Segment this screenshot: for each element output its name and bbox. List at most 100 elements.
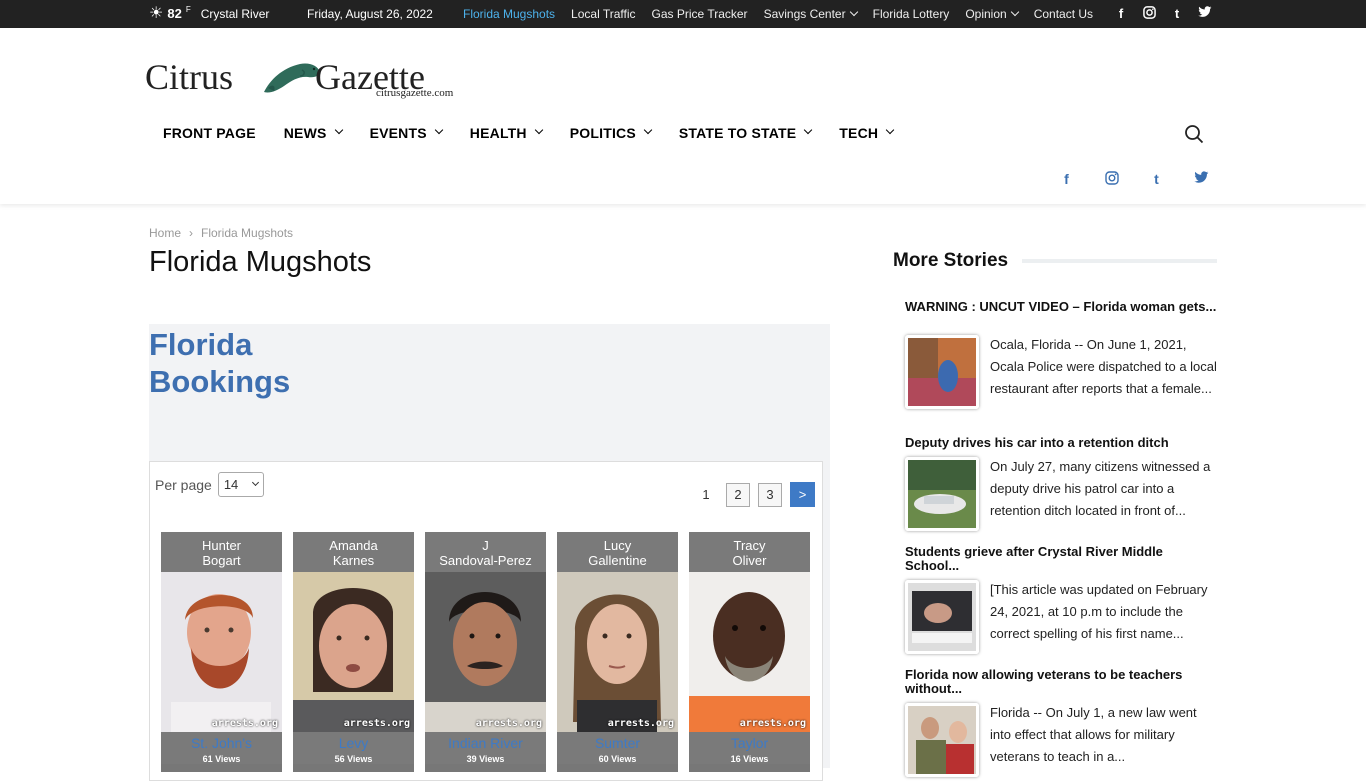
instagram-icon[interactable] <box>1103 171 1120 188</box>
card-last-name: Gallentine <box>588 553 647 568</box>
mugshot-cards: Hunter Bogart arrests.org St. John's 61 … <box>161 532 810 772</box>
twitter-icon[interactable] <box>1193 171 1210 188</box>
toplink-opinion[interactable]: Opinion <box>965 7 1019 21</box>
nav-state-to-state[interactable]: STATE TO STATE <box>678 125 813 141</box>
chevron-down-icon <box>534 125 543 135</box>
card-county[interactable]: St. John's <box>161 732 282 754</box>
heading-rule <box>1022 259 1217 263</box>
pagination: 1 2 3 > <box>694 482 815 507</box>
page-title: Florida Mugshots <box>149 246 372 278</box>
nav-front-page-label: FRONT PAGE <box>163 125 256 141</box>
tumblr-icon[interactable]: t <box>1170 6 1184 22</box>
per-page-control: Per page 14 <box>155 472 264 497</box>
breadcrumb: Home › Florida Mugshots <box>149 226 293 240</box>
sidebar-title: More Stories <box>893 250 1009 271</box>
story-excerpt: Florida -- On July 1, a new law went int… <box>990 705 1197 764</box>
nav-news-label: NEWS <box>283 125 327 141</box>
breadcrumb-current[interactable]: Florida Mugshots <box>201 226 293 240</box>
nav-events[interactable]: EVENTS <box>370 125 444 141</box>
nav-politics-label: POLITICS <box>569 125 636 141</box>
chevron-down-icon <box>251 478 259 487</box>
nav-tech[interactable]: TECH <box>839 125 895 141</box>
facebook-icon[interactable]: f <box>1114 6 1128 22</box>
toplink-savings-center[interactable]: Savings Center <box>763 7 858 21</box>
story-title[interactable]: WARNING : UNCUT VIDEO – Florida woman ge… <box>905 300 1217 314</box>
sidebar-heading: More Stories <box>893 250 1217 272</box>
story-thumbnail[interactable] <box>905 457 979 531</box>
nav-politics[interactable]: POLITICS <box>569 125 653 141</box>
story-item: Florida now allowing veterans to be teac… <box>905 668 1217 777</box>
mugshot-photo[interactable]: arrests.org <box>557 572 678 732</box>
mugshot-photo[interactable]: arrests.org <box>161 572 282 732</box>
top-social: f t <box>1114 6 1212 22</box>
next-page-button[interactable]: > <box>790 482 815 507</box>
logo-url: citrusgazette.com <box>376 87 454 99</box>
mugshot-card[interactable]: Amanda Karnes arrests.org Levy 56 Views <box>293 532 414 772</box>
main-nav: FRONT PAGE NEWS EVENTS HEALTH POLITICS S… <box>163 125 921 141</box>
search-icon[interactable] <box>1184 124 1204 144</box>
instagram-icon[interactable] <box>1142 6 1156 22</box>
card-views: 60 Views <box>557 754 678 764</box>
card-county[interactable]: Taylor <box>689 732 810 754</box>
chevron-down-icon <box>334 125 343 135</box>
nav-front-page[interactable]: FRONT PAGE <box>163 125 256 141</box>
current-date: Friday, August 26, 2022 <box>307 7 433 21</box>
nav-news[interactable]: NEWS <box>283 125 343 141</box>
story-excerpt: Ocala, Florida -- On June 1, 2021, Ocala… <box>990 337 1217 396</box>
watermark: arrests.org <box>475 718 542 729</box>
card-county[interactable]: Sumter <box>557 732 678 754</box>
mugshot-card[interactable]: Lucy Gallentine arrests.org Sumter 60 Vi… <box>557 532 678 772</box>
story-title[interactable]: Florida now allowing veterans to be teac… <box>905 668 1217 696</box>
card-first-name: J <box>482 538 489 553</box>
nav-state-to-state-label: STATE TO STATE <box>678 125 797 141</box>
nav-tech-label: TECH <box>839 125 879 141</box>
watermark: arrests.org <box>211 718 278 729</box>
widget-title[interactable]: Florida Bookings <box>149 326 349 400</box>
mugshot-image <box>161 572 282 732</box>
story-title[interactable]: Deputy drives his car into a retention d… <box>905 436 1217 450</box>
bookings-panel: Per page 14 1 2 3 > Hunter Bogart arrest… <box>149 461 823 781</box>
more-stories-sidebar: More Stories WARNING : UNCUT VIDEO – Flo… <box>893 250 1217 777</box>
mugshot-card[interactable]: Hunter Bogart arrests.org St. John's 61 … <box>161 532 282 772</box>
card-views: 56 Views <box>293 754 414 764</box>
card-last-name: Karnes <box>332 553 375 568</box>
mugshot-image <box>557 572 678 732</box>
story-excerpt: [This article was updated on February 24… <box>990 582 1208 641</box>
per-page-select[interactable]: 14 <box>217 472 264 497</box>
card-county[interactable]: Indian River <box>425 732 546 754</box>
site-logo[interactable]: Citrus Gazette citrusgazette.com <box>145 56 455 104</box>
facebook-icon[interactable]: f <box>1058 171 1075 188</box>
mugshot-card[interactable]: J Sandoval-Perez arrests.org Indian Rive… <box>425 532 546 772</box>
story-thumbnail[interactable] <box>905 703 979 777</box>
toplink-florida-lottery[interactable]: Florida Lottery <box>873 7 950 21</box>
toplink-local-traffic[interactable]: Local Traffic <box>571 7 635 21</box>
card-first-name: Hunter <box>201 538 242 553</box>
story-title[interactable]: Students grieve after Crystal River Midd… <box>905 545 1217 573</box>
page-3[interactable]: 3 <box>758 482 782 507</box>
mugshot-photo[interactable]: arrests.org <box>689 572 810 732</box>
card-last-name: Sandoval-Perez <box>439 553 532 568</box>
mugshot-card[interactable]: Tracy Oliver arrests.org Taylor 16 Views <box>689 532 810 772</box>
twitter-icon[interactable] <box>1198 6 1212 22</box>
story-thumbnail[interactable] <box>905 335 979 409</box>
nav-health[interactable]: HEALTH <box>470 125 543 141</box>
mugshot-photo[interactable]: arrests.org <box>293 572 414 732</box>
toplink-contact-us[interactable]: Contact Us <box>1034 7 1093 21</box>
toplink-gas-price-tracker[interactable]: Gas Price Tracker <box>652 7 748 21</box>
card-county[interactable]: Levy <box>293 732 414 754</box>
header-social: f t <box>1058 171 1210 188</box>
mugshot-image <box>689 572 810 732</box>
mugshot-photo[interactable]: arrests.org <box>425 572 546 732</box>
story-thumbnail[interactable] <box>905 580 979 654</box>
chevron-down-icon <box>849 7 858 17</box>
breadcrumb-home[interactable]: Home <box>149 226 181 240</box>
page-2[interactable]: 2 <box>726 482 750 507</box>
temperature: 82 <box>167 6 182 21</box>
logo-word-citrus: Citrus <box>145 57 234 97</box>
tumblr-icon[interactable]: t <box>1148 171 1165 188</box>
toplink-florida-mugshots[interactable]: Florida Mugshots <box>463 7 555 21</box>
sun-icon: ☀ <box>149 4 164 22</box>
toplink-savings-center-label: Savings Center <box>763 7 846 21</box>
story-item: Students grieve after Crystal River Midd… <box>905 545 1217 654</box>
card-first-name: Amanda <box>329 538 378 553</box>
